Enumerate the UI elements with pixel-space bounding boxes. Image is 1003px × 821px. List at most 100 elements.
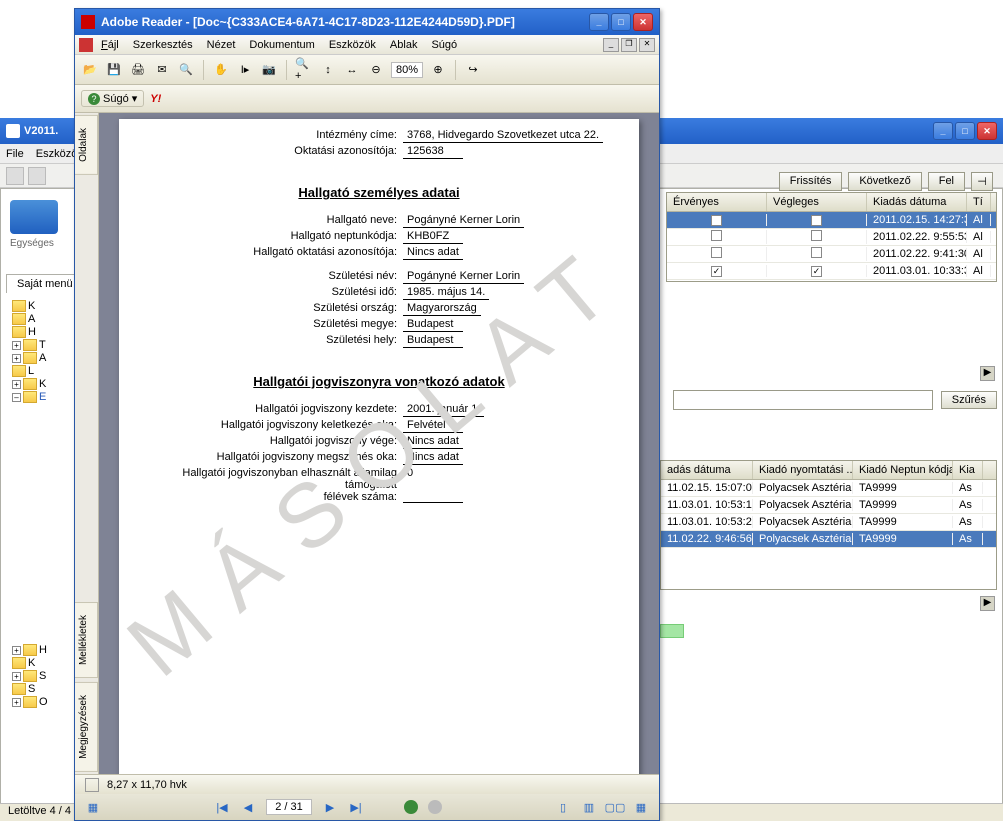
checkbox[interactable]: ✓: [811, 266, 822, 277]
side-tab-comments[interactable]: Megjegyzések: [75, 682, 98, 772]
col-vegleges[interactable]: Végleges: [767, 193, 867, 211]
fit-width-icon[interactable]: ↔: [343, 61, 361, 79]
mdi-close-button[interactable]: ✕: [639, 38, 655, 52]
menu-eszkozok[interactable]: Eszközök: [323, 37, 382, 53]
col-ti[interactable]: Tí: [967, 193, 991, 211]
email-icon[interactable]: ✉: [153, 61, 171, 79]
side-tab-pages[interactable]: Oldalak: [75, 115, 98, 175]
col-kia[interactable]: Kia: [953, 461, 983, 479]
bg-menu-file[interactable]: File: [6, 148, 24, 160]
table-row[interactable]: 2011.02.22. 9:41:30Al: [667, 246, 996, 263]
zoom-out-icon[interactable]: ⊖: [367, 61, 385, 79]
col-datum[interactable]: Kiadás dátuma: [867, 193, 967, 211]
filter-combo[interactable]: [673, 390, 933, 410]
reader-titlebar[interactable]: Adobe Reader - [Doc~{C333ACE4-6A71-4C17-…: [75, 9, 659, 35]
col-kiado-nyomtatasi[interactable]: Kiadó nyomtatási ...: [753, 461, 853, 479]
zoom-in-plus-icon[interactable]: ⊕: [429, 61, 447, 79]
tree-label[interactable]: K: [28, 300, 35, 312]
bg-menu-tools[interactable]: Eszközö: [36, 148, 78, 160]
menu-szerkesztes[interactable]: Szerkesztés: [127, 37, 199, 53]
mdi-restore-button[interactable]: ❐: [621, 38, 637, 52]
zoom-input[interactable]: 80%: [391, 62, 423, 78]
refresh-button[interactable]: Frissítés: [779, 172, 843, 191]
continuous-icon[interactable]: ▥: [581, 799, 597, 815]
zoom-in-icon[interactable]: 🔍+: [295, 61, 313, 79]
checkbox[interactable]: [711, 230, 722, 241]
rotate-icon[interactable]: ↪: [464, 61, 482, 79]
menu-fajl[interactable]: Fájl: [95, 37, 125, 53]
open-icon[interactable]: 📂: [81, 61, 99, 79]
yahoo-icon[interactable]: Y!: [150, 93, 161, 105]
checkbox[interactable]: ✓: [711, 266, 722, 277]
filter-button[interactable]: Szűrés: [941, 391, 997, 409]
print-icon[interactable]: 🖨: [129, 61, 147, 79]
checkbox[interactable]: [811, 247, 822, 258]
checkbox[interactable]: ■: [811, 215, 822, 226]
first-page-icon[interactable]: |◀: [214, 799, 230, 815]
tree-label[interactable]: A: [39, 352, 46, 364]
pin-button[interactable]: ⊣: [971, 172, 993, 191]
expand-icon[interactable]: +: [12, 341, 21, 350]
layout-icon[interactable]: ▦: [85, 799, 101, 815]
tree-label[interactable]: T: [39, 339, 46, 351]
scroll-right-button[interactable]: ▶: [980, 366, 995, 381]
scroll-right-button[interactable]: ▶: [980, 596, 995, 611]
checkbox[interactable]: ■: [711, 215, 722, 226]
facing-icon[interactable]: ▢▢: [607, 799, 623, 815]
tree-label[interactable]: E: [39, 391, 46, 403]
validity-grid[interactable]: Érvényes Végleges Kiadás dátuma Tí ■ ■ 201…: [666, 192, 997, 282]
issue-grid[interactable]: adás dátuma Kiadó nyomtatási ... Kiadó N…: [660, 460, 997, 590]
next-page-icon[interactable]: ▶: [322, 799, 338, 815]
tree-label[interactable]: S: [39, 670, 46, 682]
side-tab-attachments[interactable]: Mellékletek: [75, 602, 98, 678]
tree-label[interactable]: K: [39, 378, 46, 390]
tab-own-menu[interactable]: Saját menü: [6, 274, 84, 293]
table-row[interactable]: 11.03.01. 10:53:2Polyacsek AsztériaTA999…: [661, 514, 996, 531]
fit-page-icon[interactable]: ↕: [319, 61, 337, 79]
expand-icon[interactable]: +: [12, 380, 21, 389]
reader-minimize-button[interactable]: _: [589, 13, 609, 31]
forward-icon[interactable]: [28, 167, 46, 185]
tree-label[interactable]: O: [39, 696, 48, 708]
up-button[interactable]: Fel: [928, 172, 965, 191]
continuous-facing-icon[interactable]: ▦: [633, 799, 649, 815]
collapse-icon[interactable]: –: [12, 393, 21, 402]
table-row[interactable]: 2011.02.22. 9:55:53Al: [667, 229, 996, 246]
bg-minimize-button[interactable]: _: [933, 122, 953, 140]
col-kiado-neptun[interactable]: Kiadó Neptun kódja: [853, 461, 953, 479]
back-icon[interactable]: [6, 167, 24, 185]
col-ervenyes[interactable]: Érvényes: [667, 193, 767, 211]
tree-label[interactable]: H: [39, 644, 47, 656]
col-adas-datuma[interactable]: adás dátuma: [661, 461, 753, 479]
table-row[interactable]: 11.02.22. 9:46:56Polyacsek AsztériaTA999…: [661, 531, 996, 548]
select-icon[interactable]: I▸: [236, 61, 254, 79]
next-button[interactable]: Következő: [848, 172, 921, 191]
checkbox[interactable]: [811, 230, 822, 241]
reader-close-button[interactable]: ✕: [633, 13, 653, 31]
save-icon[interactable]: 💾: [105, 61, 123, 79]
menu-sugo[interactable]: Súgó: [425, 37, 463, 53]
tree-label[interactable]: K: [28, 657, 35, 669]
bg-close-button[interactable]: ✕: [977, 122, 997, 140]
help-button[interactable]: ? Súgó ▾: [81, 90, 144, 107]
table-row[interactable]: 11.03.01. 10:53:1Polyacsek AsztériaTA999…: [661, 497, 996, 514]
tree-label[interactable]: S: [28, 683, 35, 695]
expand-icon[interactable]: +: [12, 354, 21, 363]
prev-page-icon[interactable]: ◀: [240, 799, 256, 815]
tree-label[interactable]: A: [28, 313, 35, 325]
reader-maximize-button[interactable]: □: [611, 13, 631, 31]
nav-back-icon[interactable]: [404, 800, 418, 814]
expand-icon[interactable]: +: [12, 698, 21, 707]
menu-ablak[interactable]: Ablak: [384, 37, 424, 53]
table-row[interactable]: ■■2011.02.15. 14:27:3Al: [667, 212, 996, 229]
bg-maximize-button[interactable]: □: [955, 122, 975, 140]
last-page-icon[interactable]: ▶|: [348, 799, 364, 815]
page-number-input[interactable]: 2 / 31: [266, 799, 312, 815]
mdi-minimize-button[interactable]: _: [603, 38, 619, 52]
hand-icon[interactable]: ✋: [212, 61, 230, 79]
tree-label[interactable]: H: [28, 326, 36, 338]
menu-nezet[interactable]: Nézet: [201, 37, 242, 53]
menu-dokumentum[interactable]: Dokumentum: [243, 37, 320, 53]
expand-icon[interactable]: +: [12, 646, 21, 655]
search-icon[interactable]: 🔍: [177, 61, 195, 79]
